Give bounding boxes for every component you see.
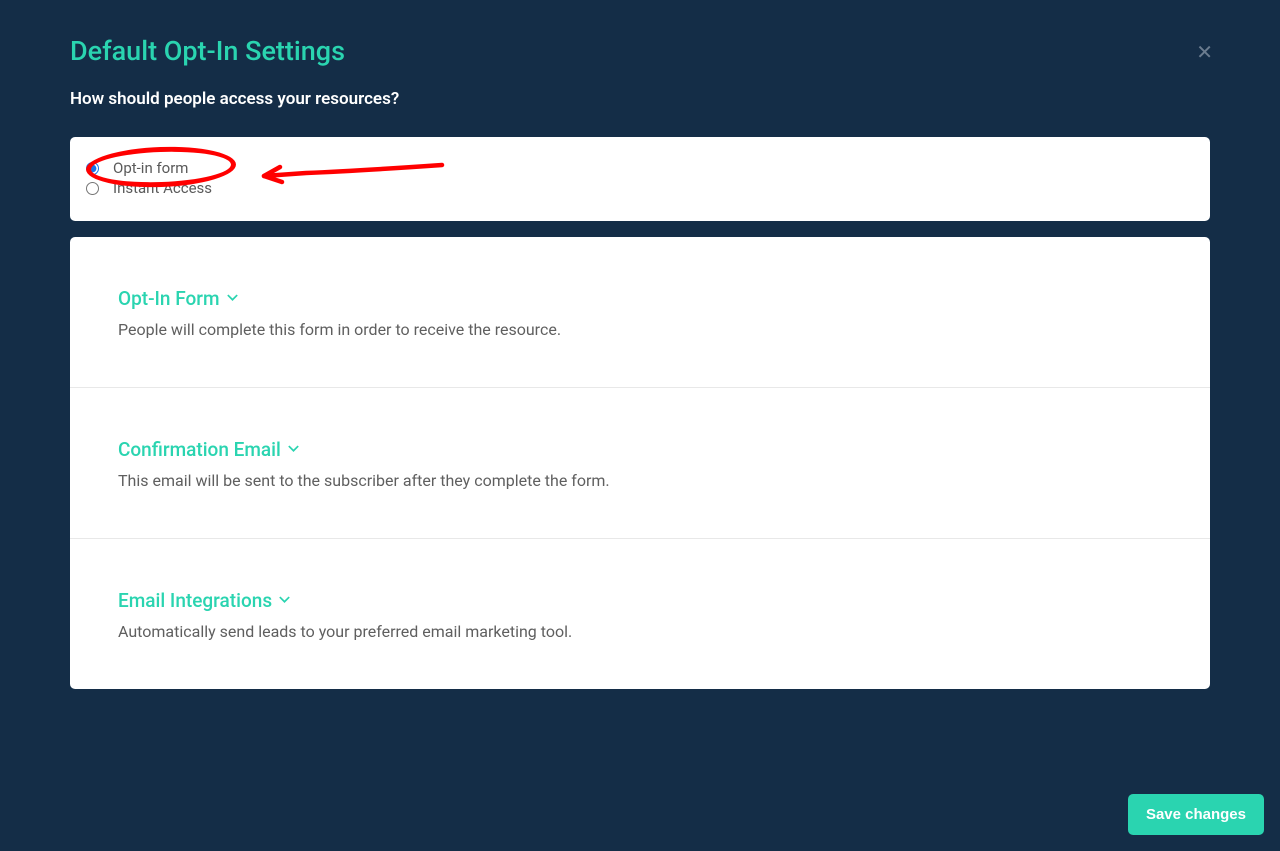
optin-form-toggle[interactable]: Opt-In Form <box>118 287 239 310</box>
save-changes-button[interactable]: Save changes <box>1128 794 1264 835</box>
email-integrations-title: Email Integrations <box>118 589 272 612</box>
radio-optin-label: Opt-in form <box>107 159 188 177</box>
settings-accordion: Opt-In Form People will complete this fo… <box>70 237 1210 689</box>
modal-header: Default Opt-In Settings ✕ How should peo… <box>70 35 1210 109</box>
radio-row-optin[interactable]: Opt-in form <box>86 159 1194 177</box>
access-options-card: Opt-in form Instant Access <box>70 137 1210 221</box>
section-confirmation-email: Confirmation Email This email will be se… <box>70 388 1210 539</box>
close-button[interactable]: ✕ <box>1196 43 1213 63</box>
close-icon: ✕ <box>1196 42 1213 64</box>
email-integrations-toggle[interactable]: Email Integrations <box>118 589 291 612</box>
chevron-down-icon <box>287 438 300 461</box>
confirmation-email-title: Confirmation Email <box>118 438 281 461</box>
confirmation-email-toggle[interactable]: Confirmation Email <box>118 438 300 461</box>
confirmation-email-desc: This email will be sent to the subscribe… <box>118 471 1162 490</box>
email-integrations-desc: Automatically send leads to your preferr… <box>118 622 1162 641</box>
radio-instant-label: Instant Access <box>107 179 212 197</box>
section-email-integrations: Email Integrations Automatically send le… <box>70 539 1210 689</box>
chevron-down-icon <box>278 589 291 612</box>
radio-instant-access[interactable] <box>86 182 99 195</box>
radio-row-instant[interactable]: Instant Access <box>86 179 1194 197</box>
section-optin-form: Opt-In Form People will complete this fo… <box>70 237 1210 388</box>
optin-form-desc: People will complete this form in order … <box>118 320 1162 339</box>
modal-title: Default Opt-In Settings <box>70 35 1210 67</box>
settings-modal: Default Opt-In Settings ✕ How should peo… <box>0 0 1280 689</box>
optin-form-title: Opt-In Form <box>118 287 220 310</box>
radio-optin-form[interactable] <box>86 162 99 175</box>
modal-subtitle: How should people access your resources? <box>70 89 1210 109</box>
chevron-down-icon <box>226 287 239 310</box>
